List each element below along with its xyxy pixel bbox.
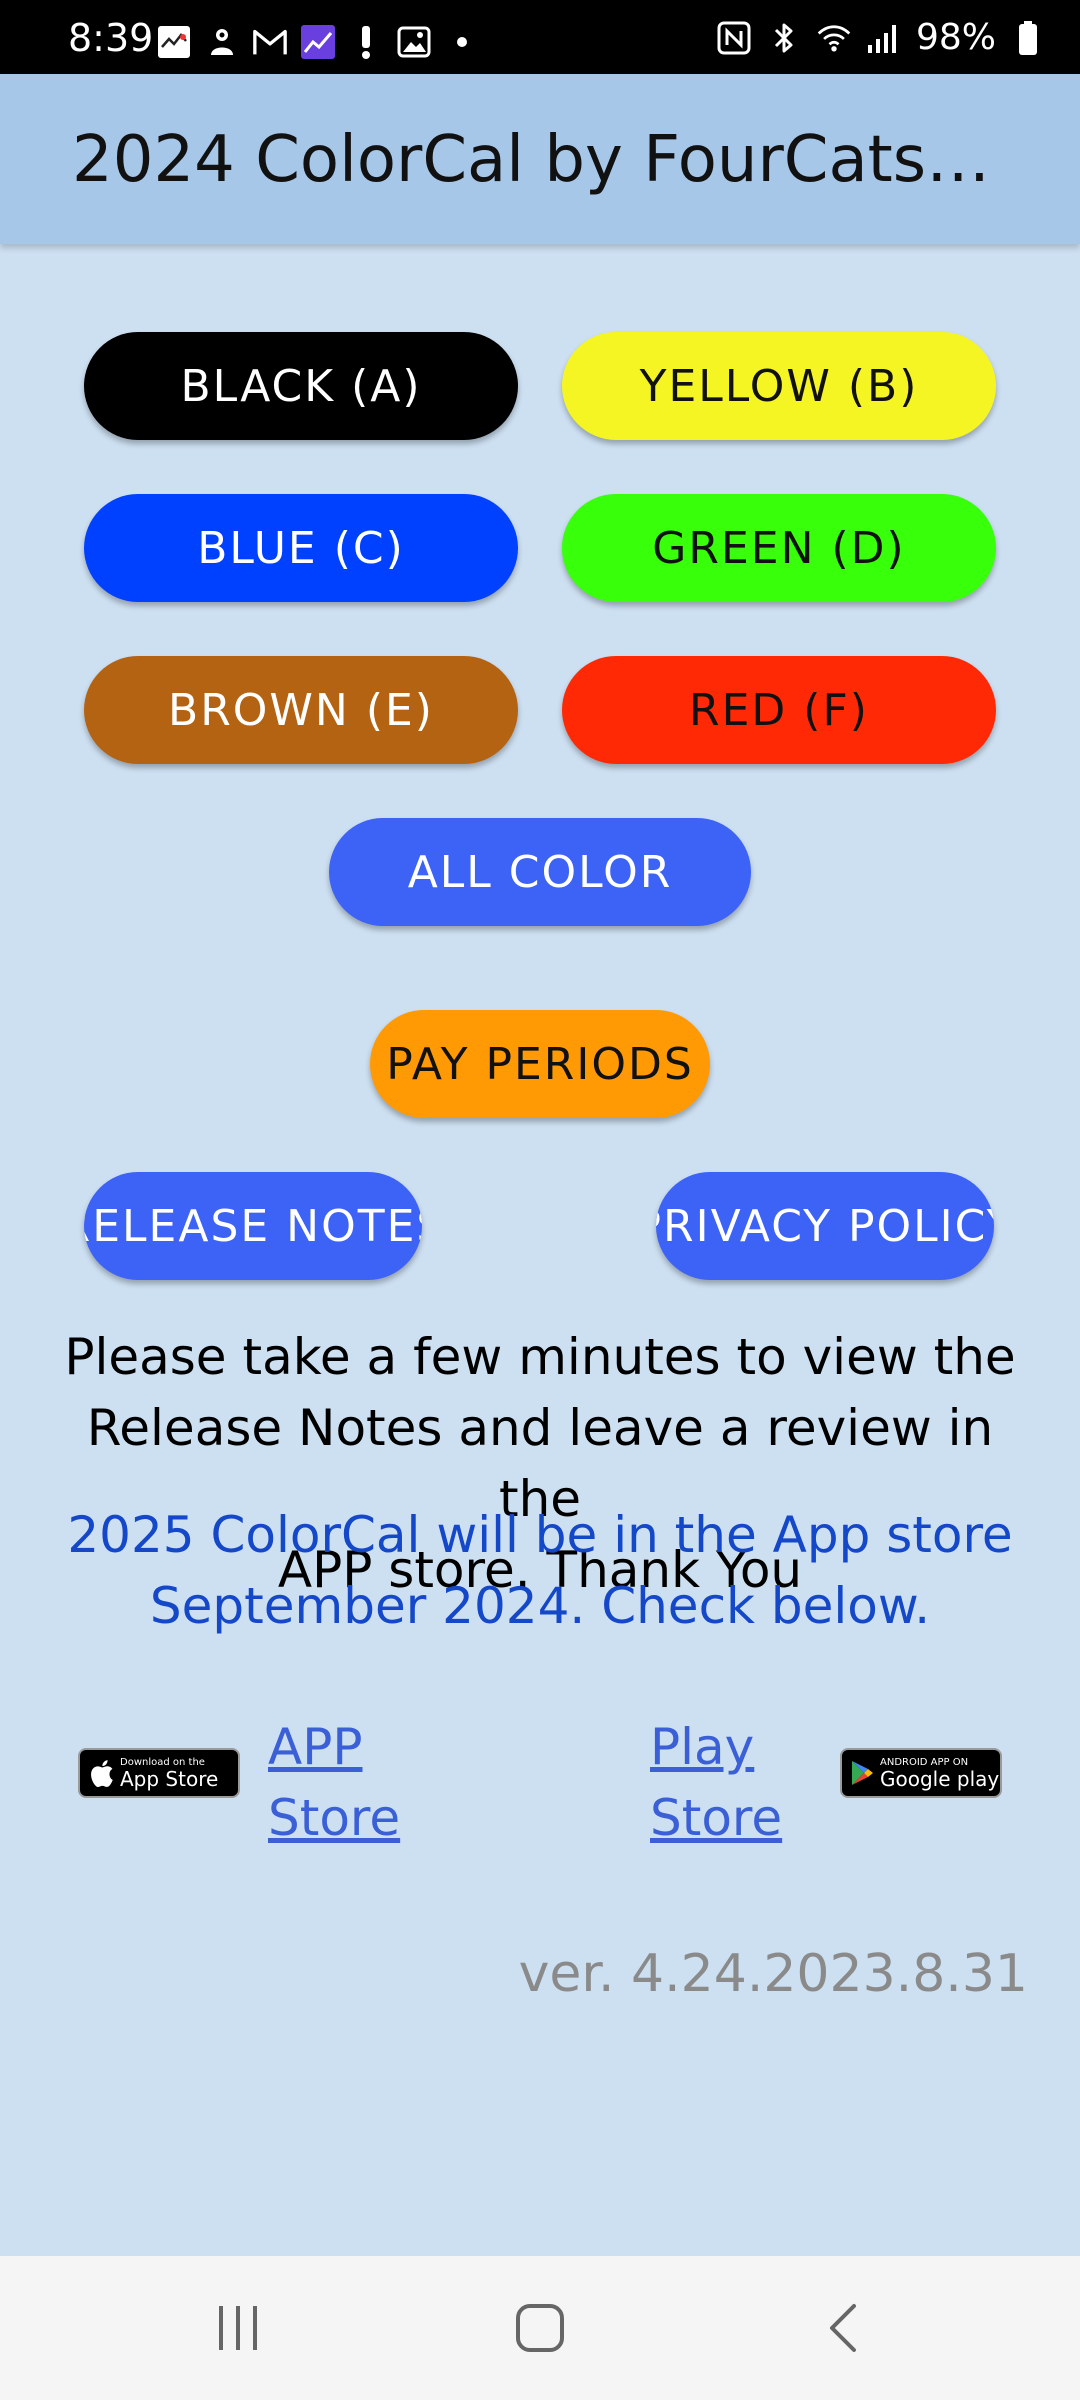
release-notes-button[interactable]: RELEASE NOTES — [84, 1172, 422, 1280]
google-play-badge-small-text: ANDROID APP ON — [880, 1756, 969, 1768]
all-color-button[interactable]: ALL COLOR — [329, 818, 751, 926]
system-nav-bar — [0, 2256, 1080, 2400]
release-notice-text: 2025 ColorCal will be in the App store S… — [40, 1500, 1040, 1642]
privacy-policy-button[interactable]: PRIVACY POLICY — [656, 1172, 994, 1280]
green-d-button-label: GREEN (D) — [652, 522, 906, 574]
all-color-button-label: ALL COLOR — [407, 846, 673, 898]
notification-icon — [204, 24, 240, 60]
wifi-icon — [816, 20, 852, 56]
yellow-b-button[interactable]: YELLOW (B) — [562, 332, 996, 440]
status-system-icons: 98% — [716, 18, 1046, 58]
blue-c-button-label: BLUE (C) — [197, 522, 405, 574]
version-label: ver. 4.24.2023.8.31 — [518, 1944, 1028, 2004]
app-notification-icon — [156, 24, 192, 60]
app-store-badge-small-text: Download on the — [120, 1756, 205, 1768]
chart-app-icon — [300, 24, 336, 60]
recent-apps-icon[interactable] — [198, 2296, 278, 2360]
yellow-b-button-label: YELLOW (B) — [639, 360, 919, 412]
google-play-badge-big-text: Google play — [880, 1766, 1000, 1791]
blue-c-button[interactable]: BLUE (C) — [84, 494, 518, 602]
play-store-link[interactable]: Play Store — [650, 1712, 800, 1854]
red-f-button-label: RED (F) — [689, 684, 869, 736]
app-store-badge[interactable]: Download on the App Store — [78, 1748, 240, 1798]
back-icon[interactable] — [804, 2296, 884, 2360]
green-d-button[interactable]: GREEN (D) — [562, 494, 996, 602]
battery-percentage: 98% — [915, 17, 996, 58]
home-icon[interactable] — [500, 2296, 580, 2360]
review-request-line-1: Please take a few minutes to view the — [64, 1328, 1016, 1386]
release-notice-line-1: 2025 ColorCal will be in the App store — [67, 1506, 1013, 1564]
brown-e-button-label: BROWN (E) — [168, 684, 434, 736]
brown-e-button[interactable]: BROWN (E) — [84, 656, 518, 764]
page-title: 2024 ColorCal by FourCatsA... — [72, 123, 1002, 197]
nfc-icon — [716, 20, 752, 56]
battery-icon — [1010, 20, 1046, 56]
black-a-button[interactable]: BLACK (A) — [84, 332, 518, 440]
google-play-badge[interactable]: ANDROID APP ON Google play — [840, 1748, 1002, 1798]
bluetooth-icon — [766, 20, 802, 56]
app-store-link[interactable]: APP Store — [268, 1712, 418, 1854]
gmail-icon — [252, 24, 288, 60]
app-store-badge-big-text: App Store — [120, 1766, 219, 1791]
google-play-icon — [850, 1759, 874, 1787]
release-notice-line-2: September 2024. Check below. — [149, 1577, 931, 1635]
release-notes-button-label: RELEASE NOTES — [84, 1200, 422, 1252]
status-time: 8:39 — [68, 16, 154, 60]
apple-icon — [90, 1758, 114, 1788]
signal-icon — [866, 20, 902, 56]
pay-periods-button-label: PAY PERIODS — [386, 1038, 694, 1090]
gallery-icon — [396, 24, 432, 60]
app-bar: 2024 ColorCal by FourCatsA... — [0, 74, 1080, 244]
black-a-button-label: BLACK (A) — [180, 360, 422, 412]
more-dot-icon — [444, 24, 480, 60]
alert-icon — [348, 24, 384, 60]
status-bar: 8:39 98% — [0, 0, 1080, 74]
privacy-policy-button-label: PRIVACY POLICY — [656, 1200, 994, 1252]
pay-periods-button[interactable]: PAY PERIODS — [370, 1010, 710, 1118]
status-notification-icons — [156, 22, 480, 62]
red-f-button[interactable]: RED (F) — [562, 656, 996, 764]
